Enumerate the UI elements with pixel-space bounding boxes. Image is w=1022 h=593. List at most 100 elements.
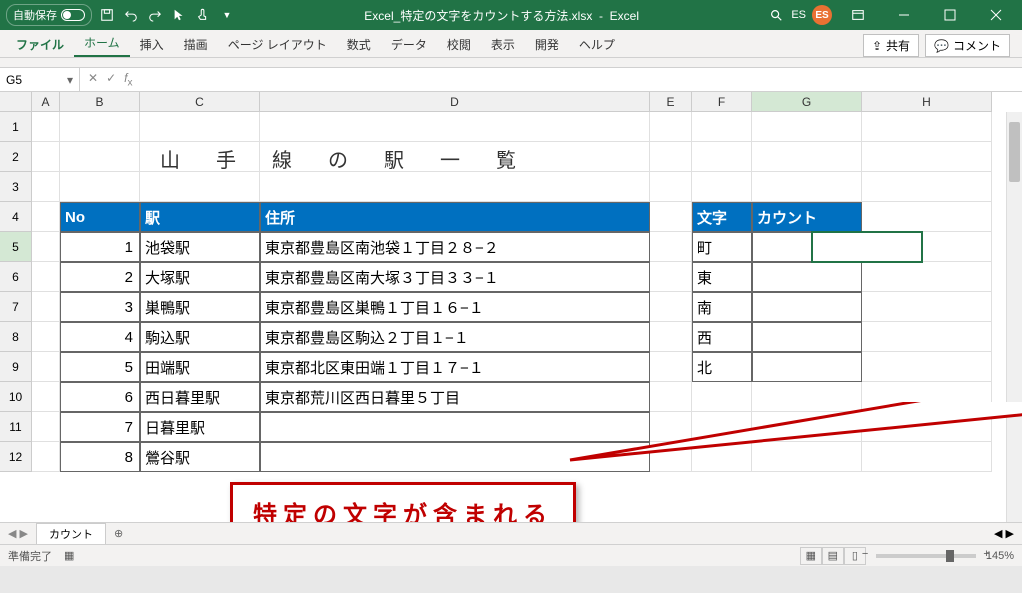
touch-icon[interactable] <box>194 6 212 24</box>
stations-cell[interactable]: 5 <box>60 352 140 382</box>
cell[interactable] <box>32 442 60 472</box>
stations-cell[interactable]: 池袋駅 <box>140 232 260 262</box>
cell[interactable] <box>140 112 260 142</box>
col-header-G[interactable]: G <box>752 92 862 112</box>
tab-file[interactable]: ファイル <box>6 32 74 57</box>
cell[interactable] <box>650 322 692 352</box>
cell[interactable] <box>862 172 992 202</box>
zoom-value[interactable]: 145% <box>986 550 1014 562</box>
cell[interactable] <box>862 322 992 352</box>
sheet-nav[interactable]: ◀ ▶ <box>0 527 36 540</box>
cell[interactable] <box>650 262 692 292</box>
cell[interactable] <box>32 382 60 412</box>
count-cell[interactable]: 南 <box>692 292 752 322</box>
cell[interactable] <box>692 112 752 142</box>
cell[interactable] <box>32 412 60 442</box>
undo-icon[interactable] <box>122 6 140 24</box>
cell[interactable] <box>752 142 862 172</box>
cell[interactable] <box>752 112 862 142</box>
stations-cell[interactable]: 東京都北区東田端１丁目１７−１ <box>260 352 650 382</box>
row-header-2[interactable]: 2 <box>0 142 32 172</box>
col-header-B[interactable]: B <box>60 92 140 112</box>
cell[interactable] <box>862 142 992 172</box>
confirm-icon[interactable]: ✓ <box>106 71 116 88</box>
view-normal-button[interactable]: ▦ <box>800 547 822 565</box>
count-cell[interactable]: 東 <box>692 262 752 292</box>
col-header-H[interactable]: H <box>862 92 992 112</box>
count-cell[interactable] <box>752 322 862 352</box>
macro-record-icon[interactable]: ▦ <box>64 549 74 562</box>
tab-formulas[interactable]: 数式 <box>337 32 381 57</box>
stations-cell[interactable]: 4 <box>60 322 140 352</box>
save-icon[interactable] <box>98 6 116 24</box>
stations-cell[interactable]: 7 <box>60 412 140 442</box>
count-cell[interactable]: 西 <box>692 322 752 352</box>
minimize-button[interactable] <box>884 0 924 30</box>
count-cell[interactable] <box>752 292 862 322</box>
cursor-icon[interactable] <box>170 6 188 24</box>
count-cell[interactable]: 町 <box>692 232 752 262</box>
autosave-toggle[interactable]: 自動保存 <box>6 4 92 26</box>
count-cell[interactable]: 北 <box>692 352 752 382</box>
maximize-button[interactable] <box>930 0 970 30</box>
name-box[interactable]: ▾ <box>0 68 80 91</box>
stations-cell[interactable]: 8 <box>60 442 140 472</box>
stations-cell[interactable]: 西日暮里駅 <box>140 382 260 412</box>
stations-cell[interactable]: 3 <box>60 292 140 322</box>
stations-cell[interactable]: 駒込駅 <box>140 322 260 352</box>
stations-cell[interactable]: 大塚駅 <box>140 262 260 292</box>
cell[interactable] <box>32 292 60 322</box>
comment-button[interactable]: 💬コメント <box>925 34 1010 57</box>
cell[interactable] <box>862 262 992 292</box>
row-header-10[interactable]: 10 <box>0 382 32 412</box>
redo-icon[interactable] <box>146 6 164 24</box>
row-header-11[interactable]: 11 <box>0 412 32 442</box>
user-avatar[interactable]: ES <box>812 5 832 25</box>
search-icon[interactable] <box>767 6 785 24</box>
cell[interactable] <box>650 292 692 322</box>
cell[interactable] <box>60 112 140 142</box>
tab-review[interactable]: 校閲 <box>437 32 481 57</box>
stations-cell[interactable]: 6 <box>60 382 140 412</box>
cell[interactable] <box>752 172 862 202</box>
cell[interactable] <box>650 202 692 232</box>
name-box-dropdown-icon[interactable]: ▾ <box>67 73 73 87</box>
count-cell[interactable] <box>752 262 862 292</box>
cell[interactable] <box>32 142 60 172</box>
col-header-D[interactable]: D <box>260 92 650 112</box>
tab-draw[interactable]: 描画 <box>174 32 218 57</box>
zoom-slider[interactable] <box>876 554 976 558</box>
tab-pagelayout[interactable]: ページ レイアウト <box>218 32 337 57</box>
zoom-thumb[interactable] <box>946 550 954 562</box>
select-all-corner[interactable] <box>0 92 32 112</box>
cell[interactable] <box>862 112 992 142</box>
count-cell[interactable] <box>752 352 862 382</box>
cell[interactable] <box>60 142 140 172</box>
cell[interactable] <box>650 172 692 202</box>
col-header-E[interactable]: E <box>650 92 692 112</box>
cell[interactable] <box>692 172 752 202</box>
tab-developer[interactable]: 開発 <box>525 32 569 57</box>
stations-cell[interactable]: 東京都豊島区駒込２丁目１−１ <box>260 322 650 352</box>
stations-cell[interactable]: 巣鴨駅 <box>140 292 260 322</box>
cell[interactable] <box>32 352 60 382</box>
cell[interactable] <box>650 232 692 262</box>
selected-cell[interactable] <box>812 232 922 262</box>
hscroll[interactable]: ◀ ▶ <box>986 527 1022 540</box>
cell[interactable] <box>60 172 140 202</box>
cell[interactable] <box>32 112 60 142</box>
cell[interactable] <box>692 142 752 172</box>
sheet-tab-count[interactable]: カウント <box>36 523 106 544</box>
stations-cell[interactable]: 東京都豊島区南池袋１丁目２８−２ <box>260 232 650 262</box>
tab-help[interactable]: ヘルプ <box>569 32 625 57</box>
stations-cell[interactable]: 鶯谷駅 <box>140 442 260 472</box>
stations-cell[interactable]: 2 <box>60 262 140 292</box>
cell[interactable] <box>32 232 60 262</box>
row-header-9[interactable]: 9 <box>0 352 32 382</box>
stations-cell[interactable]: 田端駅 <box>140 352 260 382</box>
col-header-C[interactable]: C <box>140 92 260 112</box>
cell[interactable] <box>862 292 992 322</box>
scrollbar-thumb[interactable] <box>1009 122 1020 182</box>
col-header-A[interactable]: A <box>32 92 60 112</box>
cell[interactable] <box>650 112 692 142</box>
